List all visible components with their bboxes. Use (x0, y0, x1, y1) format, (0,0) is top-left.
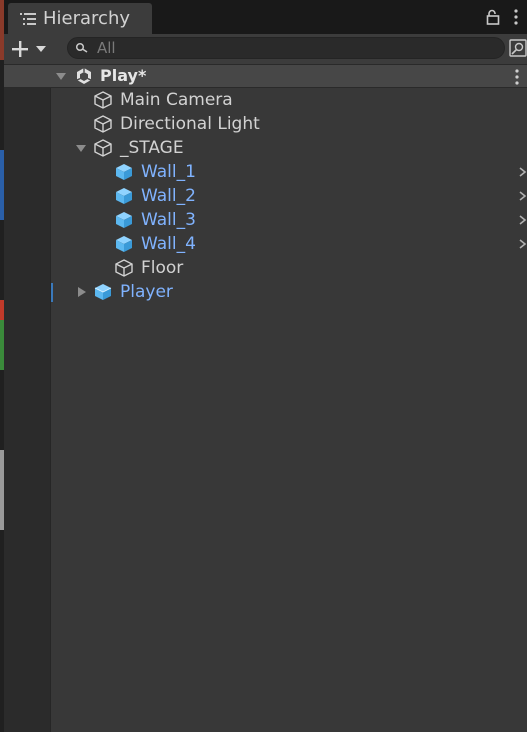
tree-item-label: Wall_4 (141, 234, 196, 254)
chevron-right-icon[interactable] (518, 166, 527, 178)
tree-item-label: Main Camera (120, 90, 233, 110)
add-dropdown-button[interactable] (10, 38, 54, 60)
unity-scene-icon (76, 68, 92, 84)
tree-item-player[interactable]: Player (0, 280, 520, 304)
prefab-cube-icon (116, 236, 132, 252)
prefab-cube-icon (94, 284, 112, 300)
tree-item-wall-4[interactable]: Wall_4 (0, 232, 527, 256)
prefab-cube-icon (116, 164, 132, 180)
tree-item-wall-3[interactable]: Wall_3 (0, 208, 527, 232)
chevron-down-icon (36, 46, 46, 52)
search-icon (75, 42, 88, 53)
tree-item-directional-light[interactable]: Directional Light (0, 112, 520, 136)
kebab-menu-icon[interactable] (509, 8, 523, 26)
plus-icon (12, 41, 28, 57)
hierarchy-window: Hierarchy All Play* Main Camera Directio… (0, 0, 527, 732)
tree-item-wall-1[interactable]: Wall_1 (0, 160, 527, 184)
prefab-cube-icon (116, 188, 132, 204)
chevron-right-icon[interactable] (518, 190, 527, 202)
chevron-right-icon[interactable] (518, 238, 527, 250)
tab-bar: Hierarchy (4, 0, 527, 34)
expand-arrow-down-icon[interactable] (55, 70, 67, 82)
tree-item-label: Directional Light (120, 114, 260, 134)
tree-item-label: Wall_2 (141, 186, 196, 206)
tree-item-main-camera[interactable]: Main Camera (0, 88, 520, 112)
tree-item-label: _STAGE (120, 138, 184, 158)
search-options-icon[interactable] (509, 39, 527, 57)
tab-hierarchy[interactable]: Hierarchy (8, 3, 152, 34)
cube-outline-icon (94, 139, 112, 157)
expand-arrow-right-icon[interactable] (76, 286, 88, 298)
tree-item-label: Floor (141, 258, 184, 278)
list-icon (20, 12, 36, 25)
scene-menu-icon[interactable] (512, 68, 522, 86)
lock-icon[interactable] (485, 9, 501, 25)
cube-outline-icon (115, 259, 133, 277)
tree-item-label: Player (120, 282, 173, 302)
scene-name: Play* (100, 66, 147, 85)
chevron-right-icon[interactable] (518, 214, 527, 226)
prefab-cube-icon (116, 212, 132, 228)
tree-item-label: Wall_3 (141, 210, 196, 230)
cube-outline-icon (94, 115, 112, 133)
scene-header-row[interactable]: Play* (4, 64, 527, 88)
search-field[interactable] (67, 37, 505, 59)
tab-title: Hierarchy (43, 8, 131, 29)
expand-arrow-down-icon[interactable] (75, 142, 87, 154)
cube-outline-icon (94, 91, 112, 109)
tree-item-stage[interactable]: _STAGE (0, 136, 520, 160)
tree-item-wall-2[interactable]: Wall_2 (0, 184, 527, 208)
tree-item-label: Wall_1 (141, 162, 196, 182)
tree-item-floor[interactable]: Floor (0, 256, 520, 280)
search-input[interactable] (97, 39, 457, 57)
toolbar (4, 34, 527, 64)
